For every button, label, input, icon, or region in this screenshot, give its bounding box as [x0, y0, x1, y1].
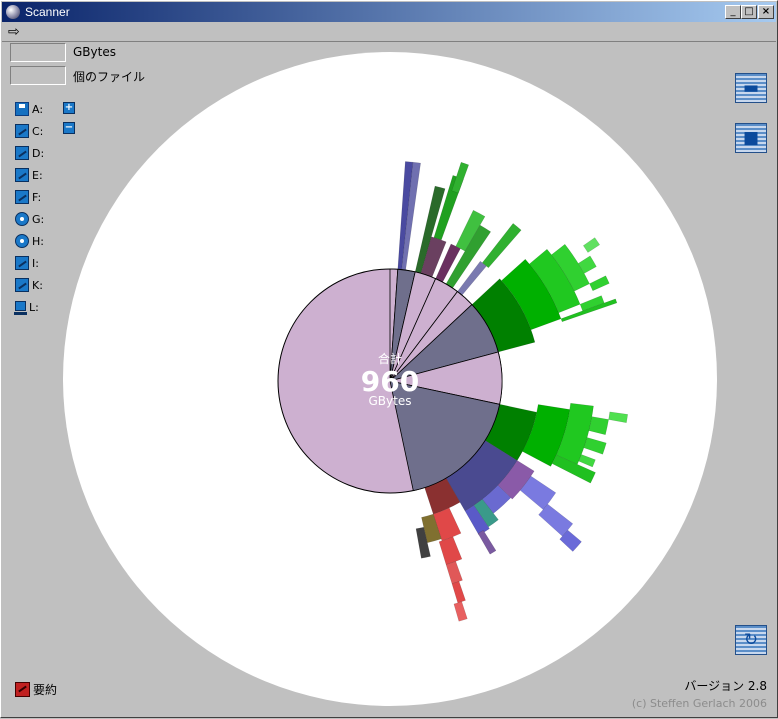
disk-icon: ▬	[742, 78, 760, 98]
summary-label: 要約	[33, 683, 58, 697]
trash-icon: ■	[742, 128, 760, 148]
summary-icon	[15, 682, 30, 697]
trash-button[interactable]: ■	[735, 123, 767, 153]
summary-button[interactable]: 要約	[15, 681, 57, 698]
scanner-window: Scanner _ □ × ⇨ GBytes 個のファイル A: C: D: E…	[0, 0, 778, 718]
total-label: 合計	[378, 351, 402, 366]
sunburst-chart: 合計 960 GBytes	[63, 52, 717, 706]
refresh-button[interactable]: ↻	[735, 625, 767, 655]
total-unit: GBytes	[369, 394, 412, 408]
version-label: バージョン 2.8	[684, 679, 767, 693]
copyright-label: (c) Steffen Gerlach 2006	[631, 697, 767, 710]
refresh-icon: ↻	[743, 630, 759, 650]
drive-view-button[interactable]: ▬	[735, 73, 767, 103]
